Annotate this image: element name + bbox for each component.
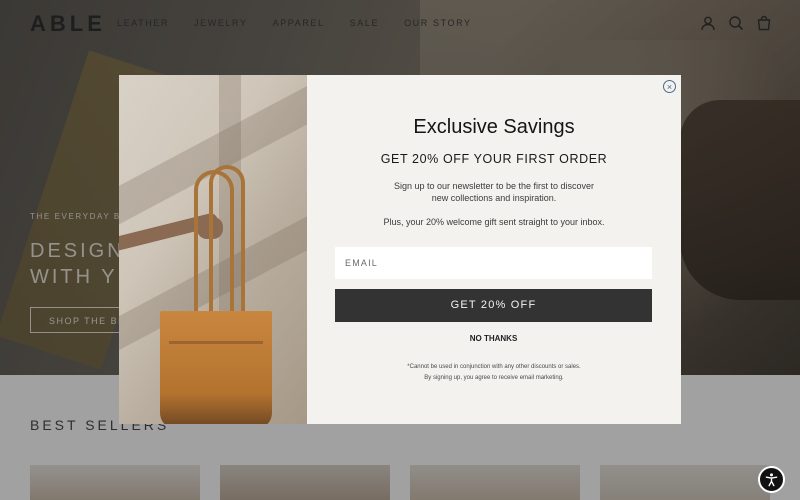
modal-body-line-3: Plus, your 20% welcome gift sent straigh… <box>383 217 605 227</box>
get-discount-button[interactable]: GET 20% OFF <box>335 289 652 322</box>
modal-bag-image <box>119 75 307 424</box>
modal-title: Exclusive Savings <box>413 116 575 138</box>
accessibility-icon[interactable] <box>758 466 785 493</box>
modal-body-line-2: new collections and inspiration. <box>431 193 557 203</box>
fine-print-1: *Cannot be used in conjunction with any … <box>407 364 581 370</box>
fine-print-2: By signing up, you agree to receive emai… <box>424 375 564 381</box>
bag-pocket <box>169 341 263 344</box>
bag-strap <box>209 165 245 319</box>
close-icon[interactable]: × <box>663 80 676 93</box>
newsletter-modal: × Exclusive Savings GET 20% OFF YOUR FIR… <box>119 75 681 424</box>
modal-subtitle: GET 20% OFF YOUR FIRST ORDER <box>380 152 608 166</box>
no-thanks-link[interactable]: NO THANKS <box>335 329 652 349</box>
leather-tote <box>160 311 272 424</box>
email-input[interactable] <box>335 247 652 279</box>
